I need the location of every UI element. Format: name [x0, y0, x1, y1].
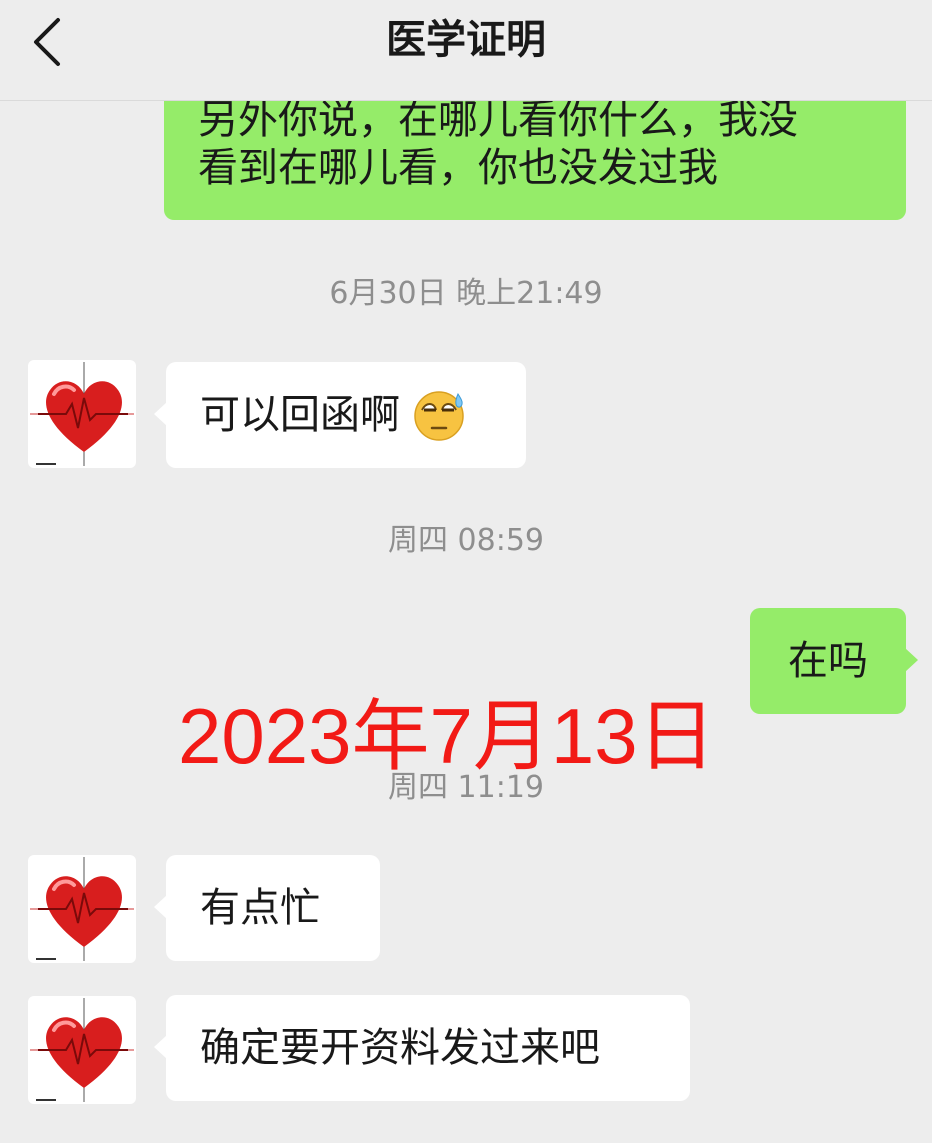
avatar[interactable]	[28, 996, 136, 1104]
message-text: 确定要开资料发过来吧	[200, 1025, 600, 1071]
heart-icon	[30, 362, 134, 466]
message-text: 有点忙	[200, 885, 320, 931]
message-bubble-incoming[interactable]: 可以回函啊	[154, 362, 526, 468]
heart-icon	[30, 998, 134, 1102]
message-text-line: 另外你说，在哪儿看你什么，我没	[198, 97, 798, 143]
message-bubble-incoming[interactable]: 确定要开资料发过来吧	[154, 995, 690, 1101]
message-bubble-outgoing[interactable]: 另外你说，在哪儿看你什么，我没 看到在哪儿看，你也没发过我	[164, 88, 906, 220]
chat-header: 医学证明	[0, 0, 932, 101]
message-bubble-incoming[interactable]: 有点忙	[154, 855, 380, 961]
heart-icon	[30, 857, 134, 961]
page-title: 医学证明	[386, 17, 546, 63]
timestamp: 6月30日 晚上21:49	[329, 276, 603, 311]
message-text-line: 看到在哪儿看，你也没发过我	[198, 145, 718, 191]
avatar[interactable]	[28, 360, 136, 468]
message-bubble-outgoing[interactable]: 在吗	[750, 608, 918, 714]
message-text: 在吗	[788, 638, 868, 684]
sweat-emoji-icon	[414, 391, 464, 441]
avatar[interactable]	[28, 855, 136, 963]
date-annotation: 2023年7月13日	[178, 692, 716, 780]
message-text: 可以回函啊	[200, 392, 400, 438]
timestamp: 周四 08:59	[388, 523, 544, 558]
chat-area: 另外你说，在哪儿看你什么，我没 看到在哪儿看，你也没发过我 6月30日 晚上21…	[0, 0, 932, 1143]
